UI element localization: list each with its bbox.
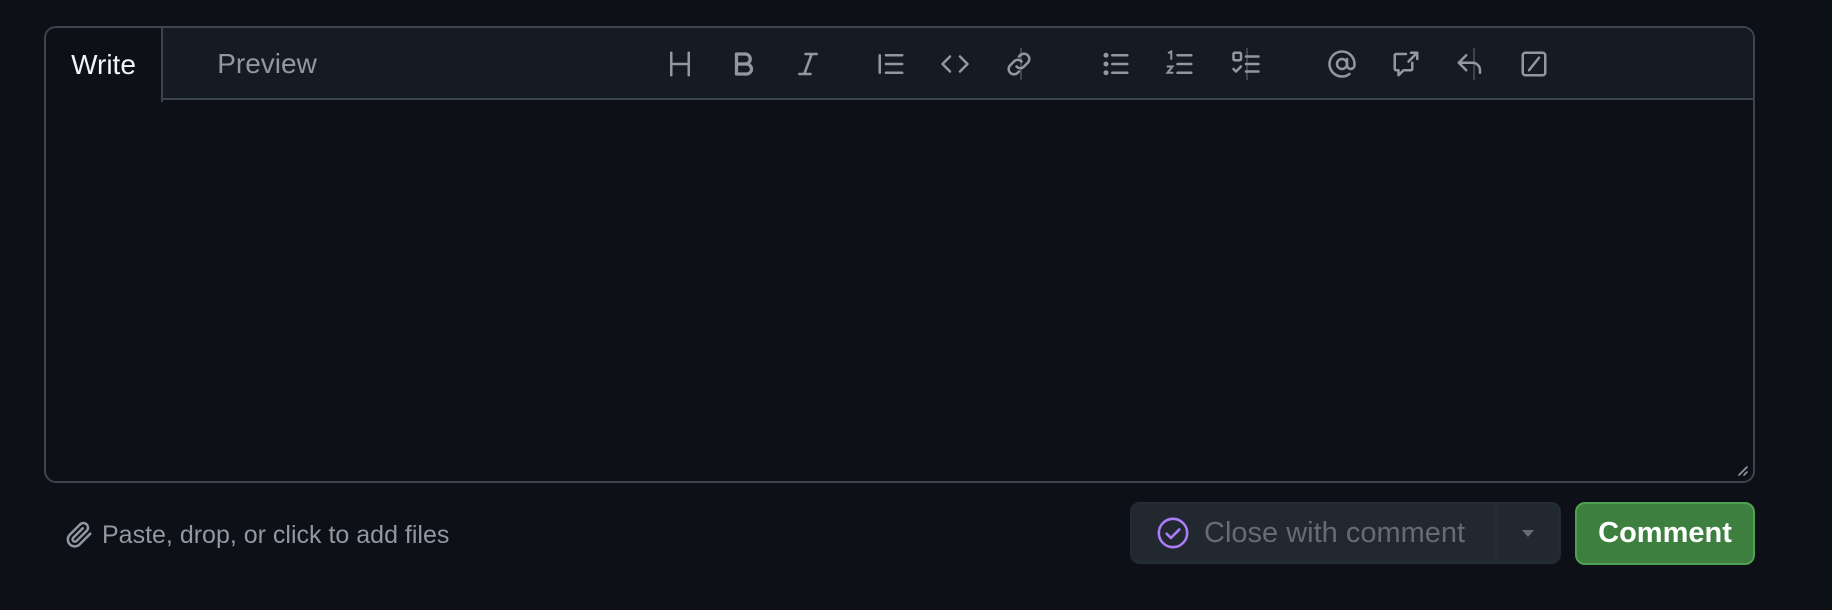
- comment-button[interactable]: Comment: [1575, 502, 1755, 565]
- link-icon[interactable]: [999, 44, 1039, 84]
- markdown-toolbar: [46, 28, 1753, 100]
- unordered-list-icon[interactable]: [1096, 44, 1136, 84]
- paperclip-icon: [66, 521, 92, 548]
- editor-header: Write Preview: [46, 28, 1753, 102]
- task-list-icon[interactable]: [1226, 44, 1266, 84]
- cross-reference-icon[interactable]: [1386, 44, 1426, 84]
- mention-icon[interactable]: [1322, 44, 1362, 84]
- ordered-list-icon[interactable]: [1160, 44, 1200, 84]
- close-with-comment-label: Close with comment: [1204, 516, 1466, 549]
- code-icon[interactable]: [935, 44, 975, 84]
- attach-files-label: Paste, drop, or click to add files: [102, 520, 450, 549]
- italic-icon[interactable]: [788, 44, 828, 84]
- saved-reply-icon[interactable]: [1450, 44, 1490, 84]
- slash-command-icon[interactable]: [1514, 44, 1554, 84]
- close-with-comment-group: Close with comment: [1130, 502, 1561, 564]
- resize-handle-icon[interactable]: [1733, 461, 1749, 477]
- comment-editor: Write Preview: [44, 26, 1755, 483]
- heading-icon[interactable]: [660, 44, 700, 84]
- close-with-comment-button[interactable]: Close with comment: [1132, 504, 1495, 562]
- bold-icon[interactable]: [724, 44, 764, 84]
- caret-down-icon: [1522, 530, 1534, 537]
- attach-files-button[interactable]: Paste, drop, or click to add files: [64, 518, 449, 552]
- check-circle-icon: [1157, 517, 1189, 549]
- quote-icon[interactable]: [871, 44, 911, 84]
- comment-textarea[interactable]: [46, 100, 1753, 481]
- tab-write[interactable]: Write: [46, 28, 163, 102]
- close-options-dropdown[interactable]: [1495, 504, 1559, 562]
